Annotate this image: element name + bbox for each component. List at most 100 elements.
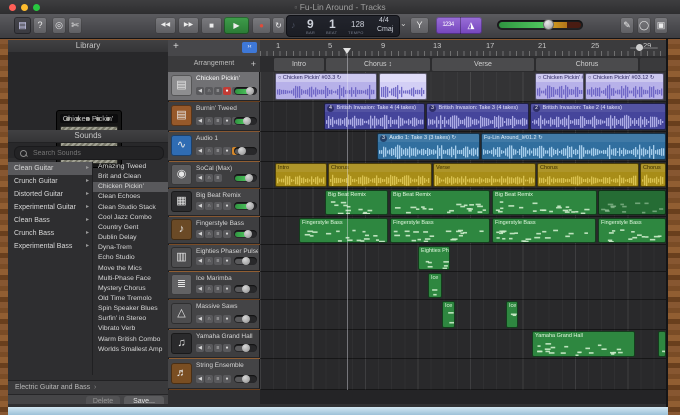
smart-controls-button[interactable]: ◎ <box>52 17 66 34</box>
patch-item[interactable]: Worlds Smallest Amp <box>93 345 168 355</box>
volume-knob-thumb[interactable] <box>242 257 250 265</box>
mute-button[interactable]: ◀ <box>196 202 204 210</box>
category-item[interactable]: Experimental Bass▸ <box>8 240 92 253</box>
patch-item[interactable]: Dublin Delay <box>93 233 168 243</box>
patch-item[interactable]: Amazing Tweed <box>93 162 168 172</box>
patch-item[interactable]: Brit and Clean <box>93 172 168 182</box>
lock-button[interactable]: ≡ <box>214 257 222 265</box>
solo-button[interactable]: ∩ <box>205 257 213 265</box>
record-button[interactable]: ● <box>223 315 231 323</box>
track-header-row[interactable]: △Massive Saws◀∩≡● <box>168 300 260 329</box>
drummer-region[interactable]: Chorus <box>640 163 666 187</box>
volume-knob-thumb[interactable] <box>242 285 250 293</box>
track-header-row[interactable]: ▤Burnin' Tweed◀∩≡●♟ <box>168 102 260 131</box>
category-item[interactable]: Crunch Guitar▸ <box>8 175 92 188</box>
patch-item[interactable]: Country Gent <box>93 223 168 233</box>
mute-button[interactable]: ◀ <box>196 147 204 155</box>
take-region[interactable]: 4 British Invasion: Take 4 (4 takes) <box>324 103 425 130</box>
arrangement-marker[interactable]: Verse <box>432 58 534 71</box>
patch-item[interactable]: Mystery Chorus <box>93 284 168 294</box>
track-header-row[interactable]: ♬String Ensemble◀∩≡● <box>168 359 260 389</box>
solo-button[interactable]: ∩ <box>205 87 213 95</box>
patch-item[interactable]: Move the Mics <box>93 264 168 274</box>
patch-item[interactable]: Spin Speaker Blues <box>93 304 168 314</box>
solo-button[interactable]: ∩ <box>205 344 213 352</box>
track-volume-slider[interactable] <box>234 257 257 265</box>
quick-help-button[interactable]: ? <box>33 17 47 34</box>
record-button[interactable]: ● <box>223 202 231 210</box>
mute-button[interactable]: ◀ <box>196 344 204 352</box>
volume-knob-thumb[interactable] <box>242 375 250 383</box>
track-volume-slider[interactable] <box>234 285 257 293</box>
notepad-button[interactable]: ✎ <box>620 17 634 34</box>
record-button[interactable]: ● <box>252 17 271 34</box>
mute-button[interactable]: ◀ <box>196 174 204 182</box>
timeline-ruler[interactable] <box>260 40 666 57</box>
audio-region[interactable]: Fu-Lin Around_l#01.2 ↻ <box>481 133 666 160</box>
midi-region[interactable] <box>598 190 666 215</box>
solo-button[interactable]: ∩ <box>205 147 213 155</box>
track-header-row[interactable]: ♪Fingerstyle Bass◀∩≡● <box>168 217 260 244</box>
track-header-row[interactable]: ▤Chicken Pickin'◀∩≡●♟ <box>168 72 260 101</box>
volume-knob[interactable] <box>543 19 554 30</box>
midi-region[interactable]: Ice <box>442 301 455 328</box>
category-item[interactable]: Crunch Bass▸ <box>8 227 92 240</box>
lock-button[interactable]: ≡ <box>214 202 222 210</box>
patch-item[interactable]: Dyna-Trem <box>93 243 168 253</box>
arrangement-marker[interactable]: Intro <box>274 58 324 71</box>
track-volume-slider[interactable] <box>234 202 257 210</box>
record-button[interactable]: ● <box>223 375 231 383</box>
library-toggle-button[interactable]: ▤ <box>14 17 31 34</box>
record-button[interactable]: ● <box>223 344 231 352</box>
loop-browser-button[interactable]: ◯ <box>637 17 651 34</box>
mute-button[interactable]: ◀ <box>196 285 204 293</box>
track-header-row[interactable]: ▦Big Beat Remix◀∩≡● <box>168 189 260 216</box>
lock-button[interactable]: ≡ <box>214 230 222 238</box>
lock-button[interactable]: ≡ <box>214 147 222 155</box>
solo-button[interactable]: ∩ <box>205 174 213 182</box>
catch-playhead-button[interactable]: ›‹ <box>242 42 257 53</box>
take-region[interactable]: 2 British Invasion: Take 2 (4 takes) <box>530 103 666 130</box>
track-volume-slider[interactable] <box>234 147 257 155</box>
midi-region[interactable]: Yamaha Grand Hall <box>532 331 635 357</box>
editor-button[interactable]: ✄ <box>68 17 82 34</box>
midi-region[interactable]: Big Beat Remix <box>492 190 597 215</box>
patch-item[interactable]: Warm British Combo <box>93 335 168 345</box>
lcd-chevron-icon[interactable]: ⌄ <box>400 19 407 28</box>
midi-region[interactable]: Fingerstyle Bass <box>299 218 388 243</box>
track-header-row[interactable]: ∿Audio 1◀∩≡●♟ <box>168 132 260 161</box>
lock-button[interactable]: ≡ <box>214 315 222 323</box>
track-volume-slider[interactable] <box>234 87 257 95</box>
category-item[interactable]: Clean Guitar▸ <box>8 162 92 175</box>
drummer-region[interactable]: Chorus <box>328 163 432 187</box>
patch-item[interactable]: Clean Studio Stack <box>93 203 168 213</box>
track-header-row[interactable]: ≣Ice Marimba◀∩≡● <box>168 272 260 299</box>
play-button[interactable]: ▶ <box>224 17 249 34</box>
drummer-region[interactable]: Intro <box>275 163 327 187</box>
midi-region[interactable]: Eighties Phaser Pul <box>418 246 450 270</box>
cycle-button[interactable]: ↻ <box>272 17 285 34</box>
arrangement-marker[interactable] <box>640 58 666 71</box>
midi-region[interactable] <box>658 331 666 357</box>
midi-region[interactable]: Ice <box>506 301 518 328</box>
midi-region[interactable]: Big Beat Remix <box>390 190 490 215</box>
solo-button[interactable]: ∩ <box>205 230 213 238</box>
drummer-region[interactable]: Chorus <box>537 163 639 187</box>
search-input[interactable] <box>31 147 160 160</box>
rewind-button[interactable]: ◀◀ <box>155 17 176 34</box>
patch-item[interactable]: Chicken Pickin' <box>93 182 168 192</box>
solo-button[interactable]: ∩ <box>205 375 213 383</box>
patch-item[interactable]: Surfin' in Stereo <box>93 314 168 324</box>
patch-item[interactable]: Vibrato Verb <box>93 324 168 334</box>
track-header-row[interactable]: ◉SoCal (Max)◀∩≡ <box>168 162 260 188</box>
category-item[interactable]: Clean Bass▸ <box>8 214 92 227</box>
audio-region[interactable]: 3 Audio 1: Take 3 (3 takes) ↻ <box>377 133 480 160</box>
volume-knob-thumb[interactable] <box>246 87 254 95</box>
patch-item[interactable]: Clean Echoes <box>93 192 168 202</box>
media-browser-button[interactable]: ▣ <box>654 17 668 34</box>
track-volume-slider[interactable] <box>234 375 257 383</box>
solo-button[interactable]: ∩ <box>205 202 213 210</box>
zoom-slider[interactable] <box>630 47 658 49</box>
mute-button[interactable]: ◀ <box>196 117 204 125</box>
volume-knob-thumb[interactable] <box>244 230 252 238</box>
